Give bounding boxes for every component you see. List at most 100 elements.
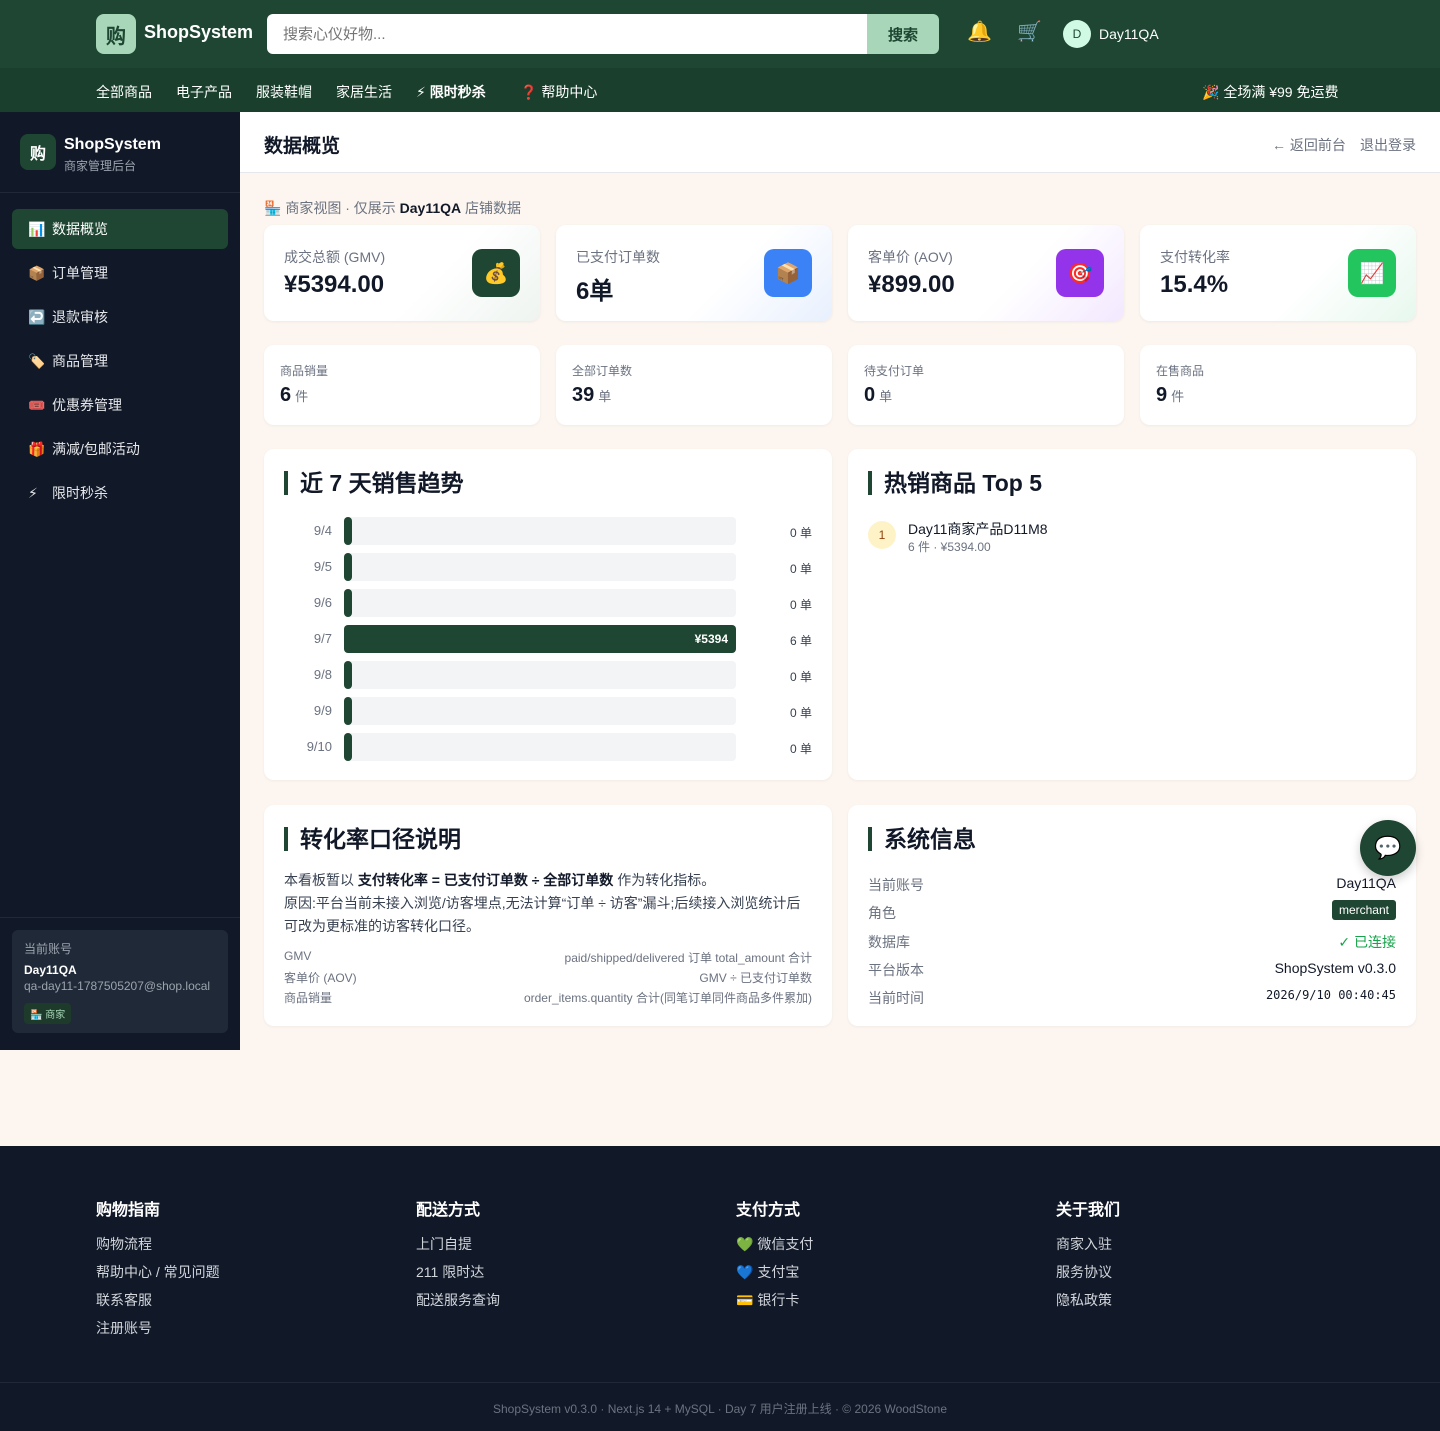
trend-bar-amount: ¥5394 <box>694 632 728 646</box>
stat-label: 在售商品 <box>1156 364 1205 378</box>
scope-suffix: 店铺数据 <box>465 200 522 216</box>
footer-link[interactable]: 注册账号 <box>96 1318 220 1346</box>
conversion-note-panel: 转化率口径说明 本看板暂以 支付转化率 = 已支付订单数 ÷ 全部订单数 作为转… <box>264 805 832 1026</box>
metric-definition: GMV ÷ 已支付订单数 <box>699 971 812 985</box>
conversion-text: 作为转化指标。 <box>613 872 716 888</box>
metric-key: GMV <box>284 949 312 963</box>
stat-value: 39 <box>572 384 595 406</box>
brand-name[interactable]: ShopSystem <box>144 22 253 43</box>
trend-row: 9/7 ¥5394 6 单 <box>264 625 832 653</box>
account-card: 当前账号 Day11QA qa-day11-1787505207@shop.lo… <box>12 930 228 1033</box>
footer-link[interactable]: 上门自提 <box>416 1234 500 1262</box>
system-key: 平台版本 <box>868 962 924 978</box>
search-input[interactable] <box>267 14 867 54</box>
system-value: ShopSystem v0.3.0 <box>1274 960 1396 976</box>
back-to-store-link[interactable]: ← 返回前台 <box>1272 135 1346 155</box>
account-email: qa-day11-1787505207@shop.local <box>24 979 211 993</box>
sidebar-item-label: 数据概览 <box>52 221 108 237</box>
page-header: 数据概览 ← 返回前台 退出登录 <box>240 112 1440 173</box>
scope-prefix: 🏪 商家视图 · 仅展示 <box>264 200 396 216</box>
footer-link[interactable]: 联系客服 <box>96 1290 220 1318</box>
trend-date: 9/8 <box>313 667 332 682</box>
kpi-value: ¥5394.00 <box>284 271 385 298</box>
bell-icon[interactable]: 🔔 <box>967 22 992 42</box>
logout-link[interactable]: 退出登录 <box>1360 135 1416 155</box>
sidebar-subtitle: 商家管理后台 <box>64 159 137 173</box>
site-footer: 购物指南 购物流程 帮助中心 / 常见问题 联系客服 注册账号 配送方式 上门自… <box>0 1146 1440 1431</box>
footer-divider <box>0 1382 1440 1383</box>
footer-link[interactable]: 211 限时达 <box>416 1262 500 1290</box>
trend-bar <box>344 517 352 545</box>
stat-value: 6 <box>280 384 292 406</box>
trend-bar-track: ¥5394 <box>344 625 736 653</box>
kpi-card-conversion: 支付转化率 15.4% 📈 <box>1140 225 1416 321</box>
footer-link[interactable]: 帮助中心 / 常见问题 <box>96 1262 220 1290</box>
stat-unit: 单 <box>598 389 612 404</box>
footer-link[interactable]: 商家入驻 <box>1056 1234 1120 1262</box>
footer-link[interactable]: 隐私政策 <box>1056 1290 1120 1318</box>
footer-link[interactable]: 💳 银行卡 <box>736 1290 813 1318</box>
chat-bubble-icon[interactable]: 💬 <box>1360 820 1416 876</box>
sidebar-divider <box>0 192 240 193</box>
nav-flash-sale[interactable]: ⚡ 限时秒杀 <box>416 82 486 102</box>
nav-help-center[interactable]: ❓ 帮助中心 <box>520 82 597 102</box>
header-username[interactable]: Day11QA <box>1099 26 1159 42</box>
logo-icon[interactable]: 购 <box>96 14 136 54</box>
cart-icon[interactable]: 🛒 <box>1017 22 1042 42</box>
footer-link[interactable]: 购物流程 <box>96 1234 220 1262</box>
trend-order-count: 6 单 <box>789 634 812 648</box>
kpi-label: 支付转化率 <box>1160 249 1230 265</box>
sidebar-item-orders[interactable]: 📦 订单管理 <box>12 253 228 293</box>
money-bag-icon: 💰 <box>472 249 520 297</box>
nav-apparel[interactable]: 服装鞋帽 <box>256 82 312 102</box>
metric-key: 商品销量 <box>284 991 333 1005</box>
package-icon: 📦 <box>28 264 46 281</box>
trend-date: 9/5 <box>313 559 332 574</box>
trend-bar-track <box>344 697 736 725</box>
trend-bar-track <box>344 589 736 617</box>
nav-all-products[interactable]: 全部商品 <box>96 82 152 102</box>
trend-date: 9/6 <box>313 595 332 610</box>
top-products-panel: 热销商品 Top 5 1 Day11商家产品D11M8 6 件 · ¥5394.… <box>848 449 1416 780</box>
nav-home-living[interactable]: 家居生活 <box>336 82 392 102</box>
panel-title: 系统信息 <box>868 827 976 851</box>
footer-link[interactable]: 💙 支付宝 <box>736 1262 813 1290</box>
stat-label: 商品销量 <box>280 364 329 378</box>
footer-link[interactable]: 服务协议 <box>1056 1262 1120 1290</box>
panel-title: 热销商品 Top 5 <box>868 471 1042 495</box>
footer-heading: 配送方式 <box>416 1202 481 1219</box>
nav-electronics[interactable]: 电子产品 <box>176 82 232 102</box>
system-row-account: 当前账号 Day11QA <box>868 875 1396 895</box>
search-button[interactable]: 搜索 <box>867 14 939 54</box>
footer-link[interactable]: 配送服务查询 <box>416 1290 500 1318</box>
target-icon: 🎯 <box>1056 249 1104 297</box>
trend-order-count: 0 单 <box>789 526 812 540</box>
kpi-label: 客单价 (AOV) <box>868 249 953 265</box>
footer-link[interactable]: 💚 微信支付 <box>736 1234 813 1262</box>
sidebar-item-overview[interactable]: 📊 数据概览 <box>12 209 228 249</box>
kpi-value: ¥899.00 <box>868 271 955 298</box>
account-name: Day11QA <box>24 963 77 977</box>
sidebar-item-refunds[interactable]: ↩️ 退款审核 <box>12 297 228 337</box>
tag-icon: 🏷️ <box>28 352 46 369</box>
sales-trend-panel: 近 7 天销售趋势 9/4 0 单 9/5 0 单 9/6 0 单 9/7 ¥5394 6 单9… <box>264 449 832 780</box>
stat-value: 9 <box>1156 384 1168 406</box>
kpi-label: 已支付订单数 <box>576 249 660 265</box>
kpi-value: 6单 <box>576 278 614 305</box>
sidebar-item-products[interactable]: 🏷️ 商品管理 <box>12 341 228 381</box>
footer-heading: 支付方式 <box>736 1202 801 1219</box>
avatar[interactable]: D <box>1063 20 1091 48</box>
sidebar-item-coupons[interactable]: 🎟️ 优惠券管理 <box>12 385 228 425</box>
stat-value: 0 <box>864 384 876 406</box>
metric-definition: paid/shipped/delivered 订单 total_amount 合… <box>564 951 812 965</box>
sidebar-item-promotions[interactable]: 🎁 满减/包邮活动 <box>12 429 228 469</box>
trend-bar <box>344 553 352 581</box>
trend-bar <box>344 661 352 689</box>
sidebar-item-label: 订单管理 <box>52 265 108 281</box>
product-meta: 6 件 · ¥5394.00 <box>908 540 991 554</box>
conversion-reason: 原因:平台当前未接入浏览/访客埋点,无法计算“订单 ÷ 访客”漏斗;后续接入浏览… <box>284 895 801 934</box>
system-row-role: 角色 merchant <box>868 900 1396 923</box>
trend-bar: ¥5394 <box>344 625 736 653</box>
sidebar-item-flash-sale[interactable]: ⚡ 限时秒杀 <box>12 473 228 513</box>
product-name[interactable]: Day11商家产品D11M8 <box>908 519 1048 539</box>
